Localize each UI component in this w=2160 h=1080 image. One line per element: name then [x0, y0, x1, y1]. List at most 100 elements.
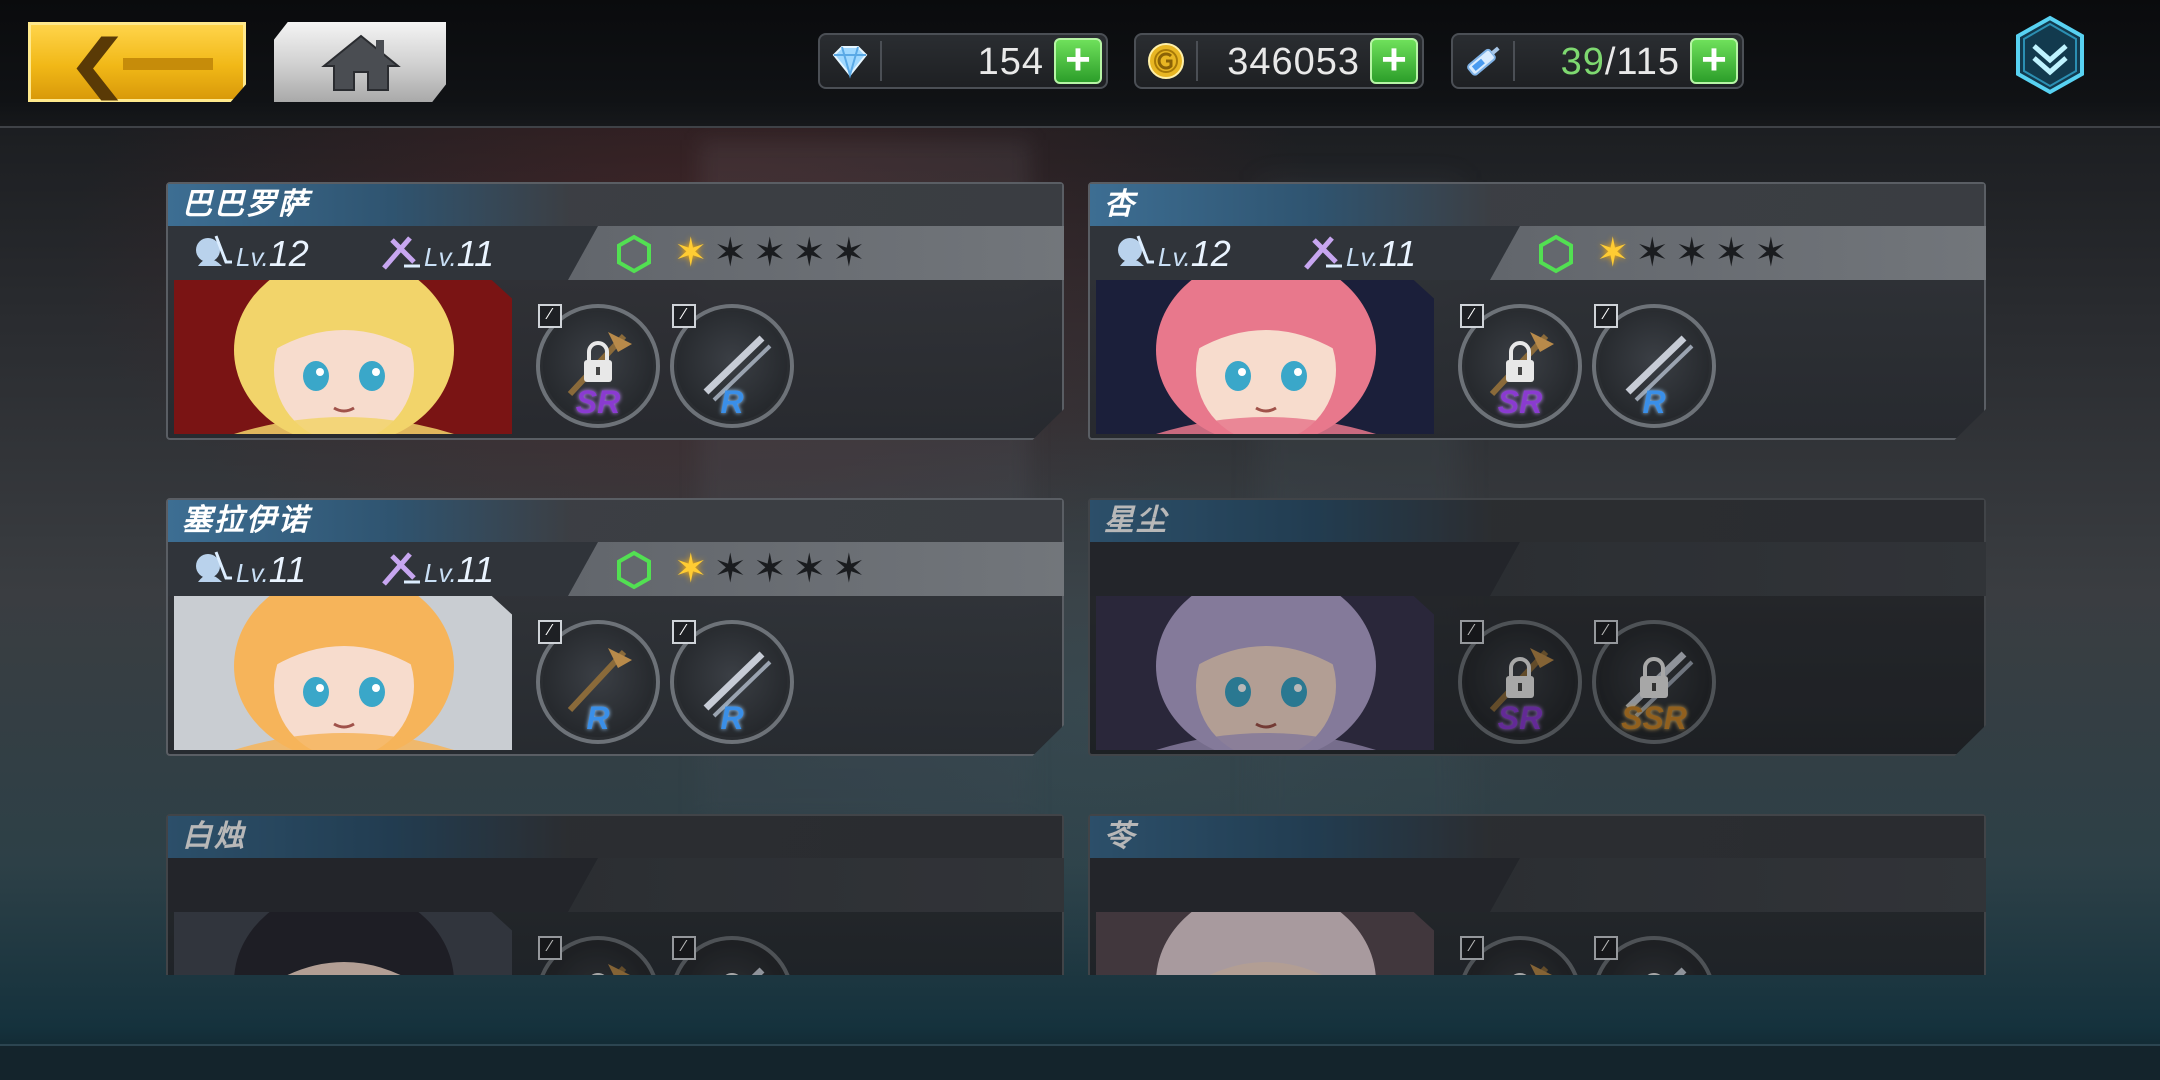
divider: [880, 41, 882, 81]
star-empty-icon: ✶: [753, 231, 793, 275]
add-diamond-button[interactable]: +: [1054, 38, 1102, 84]
character-card[interactable]: 白烛 ∕ ∕: [166, 814, 1064, 975]
star-empty-icon: ✶: [1714, 231, 1755, 275]
star-empty-icon: ✶: [832, 231, 872, 275]
syringe-icon: [1467, 46, 1500, 76]
star-rating: ✶✶✶✶✶: [674, 548, 872, 590]
weapon-level-icon: [382, 236, 420, 270]
weapon-rarity: SR: [1497, 384, 1543, 420]
diamond-value: 154: [977, 41, 1044, 83]
divider: [1196, 41, 1198, 81]
character-card[interactable]: 塞拉伊诺 Lv.11 Lv.11 ✶✶✶✶✶ ∕ R ∕ R: [166, 498, 1064, 756]
character-name: 白烛: [182, 820, 246, 853]
weapon-slot[interactable]: ∕: [1592, 936, 1716, 975]
star-empty-icon: ✶: [713, 231, 754, 275]
add-stamina-button[interactable]: +: [1690, 38, 1738, 84]
home-button[interactable]: [274, 22, 446, 102]
weapon-rarity: SR: [575, 384, 621, 420]
home-icon: [321, 34, 401, 91]
character-portrait: [174, 912, 512, 975]
back-button-stripe: [123, 58, 213, 70]
character-card[interactable]: 苓 ∕ ∕: [1088, 814, 1986, 975]
level-prefix: Lv.: [1158, 242, 1191, 272]
level-prefix: Lv.: [1346, 242, 1379, 272]
weapon-slot[interactable]: ∕ SSR: [1592, 620, 1716, 744]
lock-icon: [1506, 657, 1534, 698]
level-value: 11: [456, 549, 495, 590]
back-button[interactable]: ❮: [28, 22, 246, 102]
chevron-down-hex-icon[interactable]: [2012, 14, 2088, 96]
weapon-slot[interactable]: ∕ R: [1592, 304, 1716, 428]
weapon-rarity: R: [1642, 384, 1666, 420]
gold-counter: 346053 +: [1134, 33, 1424, 89]
weapon-rarity: R: [720, 384, 744, 420]
character-name: 星尘: [1104, 504, 1168, 537]
weapon-slot[interactable]: ∕: [1458, 936, 1582, 975]
stamina-separator: /: [1604, 41, 1617, 83]
weapon-level: Lv.11: [380, 548, 494, 594]
stamina-value: 39/115: [1561, 41, 1680, 83]
level-value: 12: [268, 233, 309, 274]
weapon-slot[interactable]: ∕: [670, 936, 794, 975]
character-level-icon: [196, 551, 232, 582]
character-portrait: [1096, 596, 1434, 750]
add-gold-button[interactable]: +: [1370, 38, 1418, 84]
character-portrait-image: [1096, 280, 1434, 434]
star-rating: ✶✶✶✶✶: [1596, 232, 1794, 274]
card-header: 巴巴罗萨: [168, 184, 1062, 226]
weapon-level-icon: [1304, 236, 1342, 270]
info-strip-highlight: [568, 858, 1064, 912]
weapon-slot[interactable]: ∕: [536, 936, 660, 975]
stamina-counter: 39/115 +: [1451, 33, 1744, 89]
character-card[interactable]: 巴巴罗萨 Lv.12 Lv.11 ✶✶✶✶✶ ∕ SR ∕ R: [166, 182, 1064, 440]
star-rating: ✶✶✶✶✶: [674, 232, 872, 274]
info-strip-highlight: [1490, 858, 1986, 912]
character-level-icon: [1118, 235, 1154, 266]
weapon-slot[interactable]: ∕ SR: [1458, 620, 1582, 744]
weapon-level-icon: [382, 552, 420, 586]
star-empty-icon: ✶: [713, 547, 754, 591]
element-hex-icon: [617, 234, 651, 274]
level-prefix: Lv.: [236, 242, 269, 272]
character-list: 巴巴罗萨 Lv.12 Lv.11 ✶✶✶✶✶ ∕ SR ∕ R 杏 Lv.12 Lv.11 ✶✶✶✶✶…: [0, 130, 2160, 975]
character-portrait: [174, 596, 512, 750]
top-bar: ❮ 154 + 346053 + 39/115 +: [0, 0, 2160, 128]
lock-icon: [1643, 973, 1665, 975]
weapon-level: Lv.11: [380, 232, 494, 278]
star-empty-icon: ✶: [832, 547, 872, 591]
card-header: 苓: [1090, 816, 1984, 858]
divider: [1513, 41, 1515, 81]
star-empty-icon: ✶: [792, 547, 833, 591]
bottom-bar: [0, 1044, 2160, 1080]
weapon-slot[interactable]: ∕ R: [670, 620, 794, 744]
level-prefix: Lv.: [424, 242, 457, 272]
level-prefix: Lv.: [424, 558, 457, 588]
character-name: 巴巴罗萨: [182, 188, 310, 221]
character-portrait-image: [1096, 596, 1434, 750]
card-header: 星尘: [1090, 500, 1984, 542]
card-header: 杏: [1090, 184, 1984, 226]
level-prefix: Lv.: [236, 558, 269, 588]
level-value: 11: [456, 233, 495, 274]
star-empty-icon: ✶: [1635, 231, 1676, 275]
diamond-icon: [832, 46, 868, 79]
lock-icon: [721, 973, 743, 975]
character-level-icon: [196, 235, 232, 266]
star-filled-icon: ✶: [1596, 231, 1636, 275]
weapon-slot[interactable]: ∕ SR: [1458, 304, 1582, 428]
character-portrait-image: [174, 280, 512, 434]
element-hex-icon: [1539, 234, 1573, 274]
star-empty-icon: ✶: [1754, 231, 1794, 275]
weapon-slot[interactable]: ∕ R: [536, 620, 660, 744]
character-name: 塞拉伊诺: [182, 504, 310, 537]
character-card[interactable]: 杏 Lv.12 Lv.11 ✶✶✶✶✶ ∕ SR ∕ R: [1088, 182, 1986, 440]
weapon-rarity: SR: [1497, 700, 1543, 736]
lock-icon: [1640, 657, 1668, 698]
character-card[interactable]: 星尘 ∕ SR ∕ SSR: [1088, 498, 1986, 756]
gold-coin-icon: [1148, 43, 1184, 79]
star-empty-icon: ✶: [753, 547, 793, 591]
character-portrait: [174, 280, 512, 434]
card-header: 塞拉伊诺: [168, 500, 1062, 542]
weapon-slot[interactable]: ∕ SR: [536, 304, 660, 428]
weapon-slot[interactable]: ∕ R: [670, 304, 794, 428]
